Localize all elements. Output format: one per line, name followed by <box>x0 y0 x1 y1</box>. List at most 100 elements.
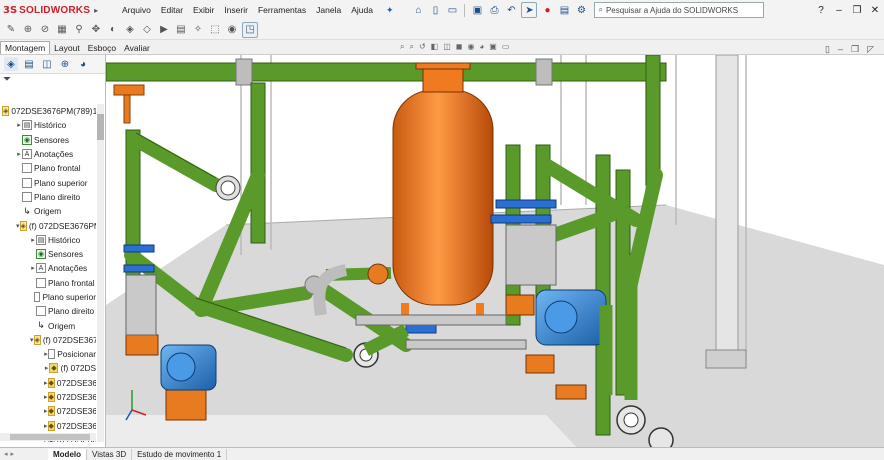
configuration-manager-tab-icon[interactable]: ◫ <box>40 57 54 71</box>
annotation-icon: A <box>22 149 32 160</box>
plane-icon <box>22 177 32 188</box>
new-document-icon[interactable]: ▯ <box>428 3 442 17</box>
menu-janela[interactable]: Janela <box>311 5 346 15</box>
open-folder-icon[interactable]: ▭ <box>445 3 459 17</box>
view-orientation-icon[interactable]: ◫ <box>443 42 451 52</box>
reference-geometry-icon[interactable]: ◇ <box>140 23 154 37</box>
exploded-view-icon[interactable]: ✧ <box>191 23 205 37</box>
help-search[interactable]: ⌕ Pesquisar a Ajuda do SOLIDWORKS <box>594 2 765 18</box>
menu-ferramentas[interactable]: Ferramentas <box>253 5 311 15</box>
restore-doc-icon[interactable]: ▯ <box>825 44 830 55</box>
help-question-icon[interactable]: ? <box>812 0 830 20</box>
move-component-icon[interactable]: ✥ <box>89 23 103 37</box>
solidworks-logo[interactable]: 3S SOLIDWORKS ▸ <box>0 5 111 16</box>
pin-icon[interactable]: ✦ <box>386 5 394 16</box>
tree-item[interactable]: ↳ Origem <box>0 318 96 332</box>
tree-item[interactable]: ▾◈(f) 072DSE3676PM( <box>0 218 96 232</box>
tree-item[interactable]: ▸◆072DSE367 <box>0 390 96 404</box>
tree-item[interactable]: ▸ ▤ Histórico <box>0 233 96 247</box>
undo-icon[interactable]: ↶ <box>504 3 518 17</box>
menu-ajuda[interactable]: Ajuda <box>346 5 378 15</box>
tree-item[interactable]: ▸ Posicionar <box>0 347 96 361</box>
section-view-icon[interactable]: ◧ <box>431 42 439 52</box>
tab-montagem[interactable]: Montagem <box>0 41 51 54</box>
expand-doc-icon[interactable]: ◸ <box>867 44 874 55</box>
feature-manager-tab-icon[interactable]: ◈ <box>4 57 18 71</box>
menu-editar[interactable]: Editar <box>156 5 188 15</box>
print-icon[interactable]: ⎙ <box>487 3 501 17</box>
select-cursor-icon[interactable]: ➤ <box>521 2 538 18</box>
hide-show-items-icon[interactable]: ◉ <box>467 42 474 52</box>
tree-item[interactable]: ◈072DSE3676PM(789)180 <box>0 104 96 118</box>
tree-item[interactable]: ▸◆072DSE367 <box>0 376 96 390</box>
zoom-fit-icon[interactable]: ⌕ <box>400 42 404 52</box>
instant3d-icon[interactable]: ⬚ <box>208 23 222 37</box>
tree-item[interactable]: ▸ A Anotações <box>0 261 96 275</box>
property-manager-tab-icon[interactable]: ▤ <box>22 57 36 71</box>
options-gear-icon[interactable]: ⚙ <box>574 3 588 17</box>
new-motion-study-icon[interactable]: ▶ <box>157 23 171 37</box>
ds-logo-mark: 3S <box>3 4 18 16</box>
view-settings-icon[interactable]: ▭ <box>502 42 510 52</box>
dimxpert-tab-icon[interactable]: ⊕ <box>58 57 72 71</box>
menu-inserir[interactable]: Inserir <box>219 5 253 15</box>
minimize-icon[interactable]: – <box>830 0 848 20</box>
tree-item[interactable]: ◉ Sensores <box>0 247 96 261</box>
tree-item[interactable]: Plano direito <box>0 304 96 318</box>
display-style-icon[interactable]: ◼ <box>456 42 463 52</box>
menu-arquivo[interactable]: Arquivo <box>117 5 156 15</box>
tree-item[interactable]: Plano superior <box>0 175 96 189</box>
close-icon[interactable]: ✕ <box>866 0 884 20</box>
assembly-visualization-icon[interactable]: ◳ <box>242 21 258 38</box>
tree-vertical-scrollbar[interactable] <box>97 104 104 442</box>
tree-item[interactable]: ▸ A Anotações <box>0 147 96 161</box>
tree-item[interactable]: ▸ ◆ (f) 072DS <box>0 361 96 375</box>
tree-item[interactable]: Plano frontal <box>0 161 96 175</box>
linear-pattern-icon[interactable]: ▦ <box>55 23 69 37</box>
tree-item[interactable]: ▸◆072DSE367 <box>0 419 96 433</box>
tree-item[interactable]: Plano direito <box>0 190 96 204</box>
filter-icon[interactable]: ⏷ <box>0 74 105 86</box>
previous-view-icon[interactable]: ↺ <box>419 42 426 52</box>
tree-item-label: Plano superior <box>42 292 96 302</box>
tree-item[interactable]: Plano frontal <box>0 276 96 290</box>
tab-layout[interactable]: Layout <box>50 42 84 54</box>
minimize-doc-icon[interactable]: – <box>838 44 843 55</box>
home-icon[interactable]: ⌂ <box>411 3 425 17</box>
file-properties-icon[interactable]: ▤ <box>557 3 571 17</box>
menu-exibir[interactable]: Exibir <box>188 5 219 15</box>
restore-icon[interactable]: ❐ <box>848 0 866 20</box>
tree-item[interactable]: ▸ ▤ Histórico <box>0 118 96 132</box>
edit-component-icon[interactable]: ✎ <box>4 23 18 37</box>
zoom-area-icon[interactable]: ⌕ <box>409 42 413 52</box>
tab-estudo-movimento[interactable]: Estudo de movimento 1 <box>132 448 228 460</box>
tree-item[interactable]: ▸◆072DSE367 <box>0 404 96 418</box>
save-icon[interactable]: ▣ <box>470 3 484 17</box>
tab-modelo[interactable]: Modelo <box>48 448 87 460</box>
plane-icon <box>36 306 46 317</box>
tree-item[interactable]: ▾◈(f) 072DSE3676 <box>0 333 96 347</box>
edit-appearance-icon[interactable]: ◕ <box>479 42 484 52</box>
display-manager-tab-icon[interactable]: ◕ <box>76 57 90 71</box>
maximize-doc-icon[interactable]: ❐ <box>851 44 859 55</box>
bill-of-materials-icon[interactable]: ▤ <box>174 23 188 37</box>
tab-scroll-arrows-icon[interactable]: ◂▸ <box>0 450 48 458</box>
mate-icon[interactable]: ⊘ <box>38 23 52 37</box>
smart-fasteners-icon[interactable]: ⚲ <box>72 23 86 37</box>
rebuild-traffic-light-icon[interactable]: ● <box>540 3 554 17</box>
tree-item[interactable]: Plano superior <box>0 290 96 304</box>
graphics-area[interactable] <box>106 55 884 447</box>
show-hidden-icon[interactable]: ◐ <box>106 23 120 37</box>
plane-icon <box>22 191 32 202</box>
part-icon: ◆ <box>47 420 55 431</box>
tree-item[interactable]: ↳ Origem <box>0 204 96 218</box>
assembly-features-icon[interactable]: ◈ <box>123 23 137 37</box>
insert-component-icon[interactable]: ⊕ <box>21 23 35 37</box>
tab-avaliar[interactable]: Avaliar <box>120 42 154 54</box>
tree-item[interactable]: ◉ Sensores <box>0 133 96 147</box>
tab-esboco[interactable]: Esboço <box>84 42 120 54</box>
apply-scene-icon[interactable]: ▣ <box>489 42 497 52</box>
snapshot-icon[interactable]: ◉ <box>225 23 239 37</box>
tree-horizontal-scrollbar[interactable] <box>0 433 96 441</box>
tab-vistas-3d[interactable]: Vistas 3D <box>87 448 133 460</box>
